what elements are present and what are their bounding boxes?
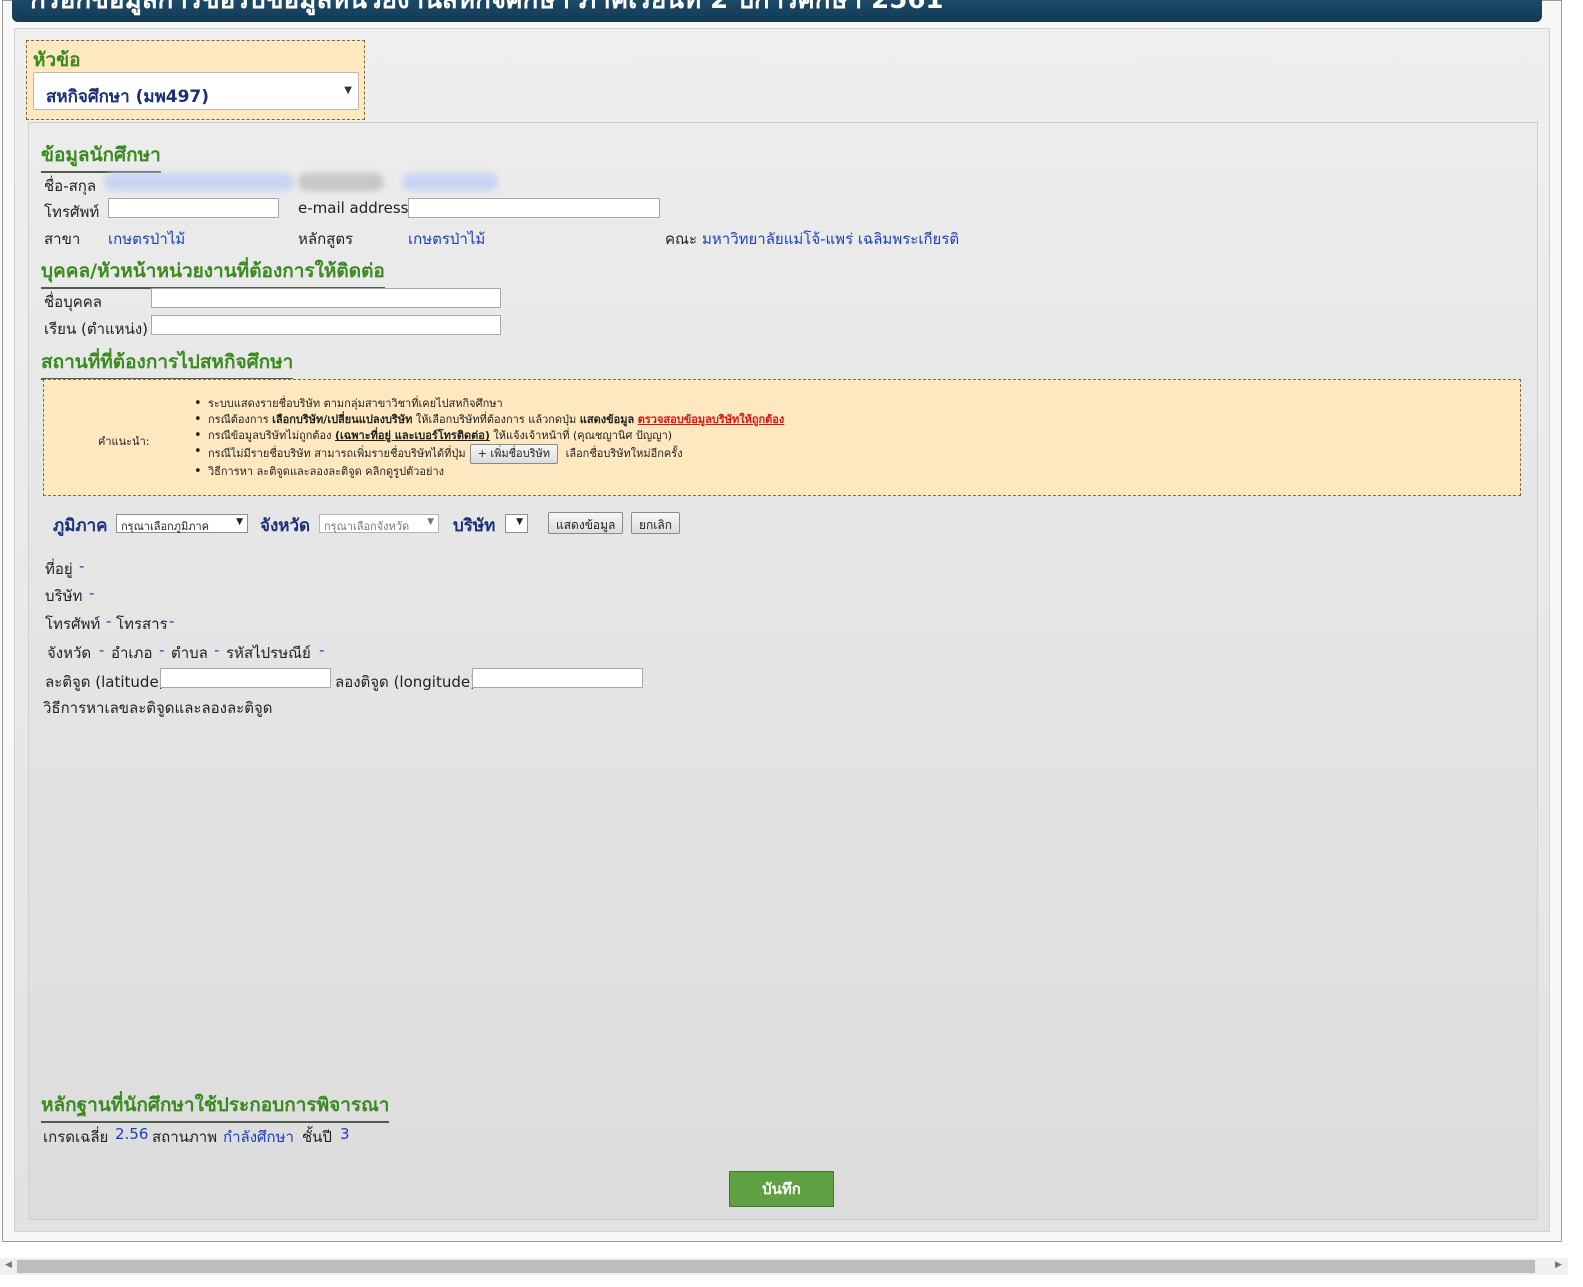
add-company-button[interactable]: + เพิ่มชื่อบริษัท <box>469 444 559 464</box>
faculty-value: มหาวิทยาลัยแม่โจ้-แพร่ เฉลิมพระเกียรติ <box>702 230 960 248</box>
program-value: เกษตรป่าไม้ <box>408 230 486 248</box>
student-section-heading: ข้อมูลนักศึกษา <box>41 140 161 173</box>
chevron-down-icon: ▼ <box>427 517 434 527</box>
redacted-name <box>104 173 294 191</box>
status-value: กำลังศึกษา <box>223 1128 294 1146</box>
scroll-left-icon[interactable]: ◀ <box>5 1260 12 1270</box>
fax-label: โทรสาร <box>116 615 168 633</box>
hint-item: กรณีไม่มีรายชื่อบริษัท สามารถเพิ่มรายชื่… <box>194 444 784 464</box>
company-phone-value: - <box>106 612 112 630</box>
district-label: อำเภอ <box>111 644 153 662</box>
fax-value: - <box>169 612 175 630</box>
faculty-label: คณะ <box>665 230 698 248</box>
subdistrict-value: - <box>214 641 220 659</box>
show-data-button[interactable]: แสดงข้อมูล <box>548 512 624 534</box>
redacted-extra <box>402 173 498 191</box>
company-select[interactable]: ▼ <box>505 514 528 533</box>
topic-select[interactable]: สหกิจศึกษา (มพ497) ▼ <box>33 72 359 110</box>
status-label: สถานภาพ <box>152 1128 218 1146</box>
program-label: หลักสูตร <box>298 230 354 248</box>
latlng-howto-link[interactable]: วิธีการหา ละติจูดและลองละติจูด คลิกดูรูป… <box>208 465 444 478</box>
gpa-value: 2.56 <box>115 1125 149 1143</box>
province-label: จังหวัด <box>260 516 311 536</box>
hint-item: กรณีต้องการ เลือกบริษัท/เปลี่ยนแปลงบริษั… <box>194 412 784 428</box>
phone-input[interactable] <box>108 198 279 218</box>
hint-list: ระบบแสดงรายชื่อบริษัท ตามกลุ่มสาขาวิชาที… <box>194 396 784 480</box>
company-phone-label: โทรศัพท์ <box>45 615 101 633</box>
latlng-howto-text[interactable]: วิธีการหาเลขละติจูดและลองละติจูด <box>43 696 273 720</box>
cancel-button[interactable]: ยกเลิก <box>631 512 681 534</box>
save-button[interactable]: บันทึก <box>729 1171 834 1207</box>
email-input[interactable] <box>408 198 660 218</box>
scrollbar-thumb[interactable] <box>17 1260 1535 1273</box>
page-title: กรอกข้อมูลการขอรับข้อมูลหน่วยงานสหกิจศึก… <box>30 0 944 15</box>
chevron-down-icon: ▼ <box>516 517 523 527</box>
chevron-down-icon: ▼ <box>344 85 352 96</box>
contact-section-heading: บุคคล/หัวหน้าหน่วยงานที่ต้องการให้ติดต่อ <box>41 256 385 289</box>
province-select[interactable]: กรุณาเลือกจังหวัด ▼ <box>319 514 439 533</box>
year-value: 3 <box>340 1125 350 1143</box>
postcode-label: รหัสไปรษณีย์ <box>226 644 311 662</box>
topic-selected-value: สหกิจศึกษา (มพ497) <box>46 87 210 107</box>
person-label: ชื่อบุคคล <box>44 293 102 311</box>
company-label: บริษัท <box>453 516 496 536</box>
hint-item: กรณีข้อมูลบริษัทไม่ถูกต้อง (เฉพาะที่อยู่… <box>194 428 784 444</box>
postcode-value: - <box>319 641 325 659</box>
topic-label: หัวข้อ <box>33 49 81 71</box>
name-label: ชื่อ-สกุล <box>44 177 97 195</box>
redacted-id <box>298 173 384 191</box>
address-value: - <box>79 557 85 575</box>
latitude-input[interactable] <box>160 668 331 688</box>
company-name-label: บริษัท <box>45 587 83 605</box>
hint-item: วิธีการหา ละติจูดและลองละติจูด คลิกดูรูป… <box>194 464 784 480</box>
check-company-link[interactable]: ตรวจสอบข้อมูลบริษัทให้ถูกต้อง <box>638 413 785 426</box>
phone-label: โทรศัพท์ <box>44 203 100 221</box>
position-input[interactable] <box>151 315 501 335</box>
place-section-heading: สถานที่ที่ต้องการไปสหกิจศึกษา <box>41 347 294 380</box>
province-selected-value: กรุณาเลือกจังหวัด <box>324 520 410 533</box>
email-label: e-mail address <box>298 199 409 217</box>
scroll-right-icon[interactable]: ▶ <box>1555 1260 1562 1270</box>
major-label: สาขา <box>44 230 81 248</box>
gpa-label: เกรดเฉลี่ย <box>43 1128 109 1146</box>
year-label: ชั้นปี <box>302 1128 332 1146</box>
subdistrict-label: ตำบล <box>171 644 208 662</box>
person-input[interactable] <box>151 288 501 308</box>
latitude-label: ละติจูด (latitude) <box>45 673 165 691</box>
horizontal-scrollbar[interactable]: ◀ ▶ <box>0 1258 1568 1275</box>
position-label: เรียน (ตำแหน่ง) <box>44 320 148 338</box>
province2-label: จังหวัด <box>47 644 92 662</box>
region-select[interactable]: กรุณาเลือกภูมิภาค ▼ <box>116 514 248 533</box>
hint-box: คำแนะนำ: ระบบแสดงรายชื่อบริษัท ตามกลุ่มส… <box>43 379 1521 496</box>
longitude-input[interactable] <box>472 668 643 688</box>
major-value: เกษตรป่าไม้ <box>108 230 186 248</box>
region-selected-value: กรุณาเลือกภูมิภาค <box>121 520 210 533</box>
province2-value: - <box>99 641 105 659</box>
page-title-bar: กรอกข้อมูลการขอรับข้อมูลหน่วยงานสหกิจศึก… <box>12 0 1542 22</box>
topic-box: หัวข้อ สหกิจศึกษา (มพ497) ▼ <box>26 40 365 120</box>
company-name-value: - <box>89 584 95 602</box>
district-value: - <box>159 641 165 659</box>
hint-label: คำแนะนำ: <box>98 435 150 448</box>
longitude-label: ลองติจูด (longitude) <box>335 673 476 691</box>
evidence-section-heading: หลักฐานที่นักศึกษาใช้ประกอบการพิจารณา <box>41 1090 390 1123</box>
region-label: ภูมิภาค <box>53 516 108 536</box>
address-label: ที่อยู่ <box>45 560 73 578</box>
hint-item: ระบบแสดงรายชื่อบริษัท ตามกลุ่มสาขาวิชาที… <box>194 396 784 412</box>
chevron-down-icon: ▼ <box>236 517 243 527</box>
